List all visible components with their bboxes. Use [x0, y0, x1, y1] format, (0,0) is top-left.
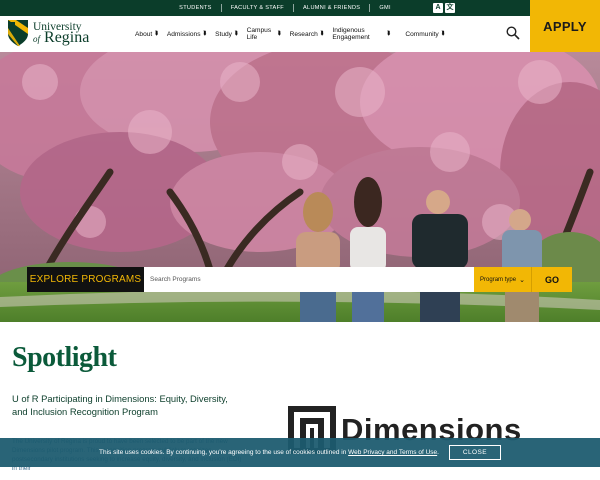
- utility-links: STUDENTS FACULTY & STAFF ALUMNI & FRIEND…: [170, 4, 400, 12]
- chevron-down-icon: ⮯: [440, 30, 445, 37]
- privacy-terms-link[interactable]: Web Privacy and Terms of Use: [348, 449, 437, 456]
- nav-item-indigenous-engagement[interactable]: Indigenous Engagement ⮯: [332, 27, 396, 41]
- cookie-banner: This site uses cookies. By continuing, y…: [0, 438, 600, 467]
- chevron-down-icon: ⮯: [276, 30, 281, 37]
- go-button[interactable]: GO: [532, 267, 572, 292]
- nav-item-study[interactable]: Study ⮯: [215, 31, 237, 38]
- nav-item-about[interactable]: About ⮯: [135, 31, 158, 38]
- search-icon[interactable]: [506, 26, 520, 40]
- nav-item-campus-life[interactable]: Campus Life ⮯: [247, 27, 281, 41]
- chevron-down-icon: ⮯: [233, 30, 238, 37]
- program-type-select[interactable]: Program type ⌄: [474, 267, 532, 292]
- translate-icon-latin: A: [433, 3, 443, 13]
- chevron-down-icon: ⮯: [154, 30, 158, 37]
- translate-icon-cjk: 文: [445, 3, 455, 13]
- chevron-down-icon: ⮯: [386, 30, 390, 37]
- chevron-down-icon: ⌄: [519, 276, 525, 284]
- site-header: University of Regina About ⮯ Admissions ⮯ …: [0, 16, 530, 52]
- nav-item-community[interactable]: Community ⮯: [405, 31, 444, 38]
- spotlight-headline-link[interactable]: U of R Participating in Dimensions: Equi…: [12, 392, 242, 418]
- hero-image: EXPLORE PROGRAMS Search Programs Program…: [0, 52, 600, 322]
- university-logo[interactable]: University of Regina: [7, 19, 89, 47]
- utility-link-alumni-friends[interactable]: ALUMNI & FRIENDS: [294, 4, 371, 12]
- cookie-message: This site uses cookies. By continuing, y…: [99, 449, 439, 456]
- explore-programs-button[interactable]: EXPLORE PROGRAMS: [27, 267, 144, 292]
- cookie-close-button[interactable]: CLOSE: [448, 445, 501, 460]
- main-nav: About ⮯ Admissions ⮯ Study ⮯ Campus Life ⮯ R…: [135, 16, 453, 52]
- utility-bar: STUDENTS FACULTY & STAFF ALUMNI & FRIEND…: [0, 0, 530, 16]
- logo-line-regina: of Regina: [33, 29, 90, 46]
- page: STUDENTS FACULTY & STAFF ALUMNI & FRIEND…: [0, 0, 600, 480]
- logo-wordmark: University of Regina: [33, 21, 90, 46]
- program-search-bar: EXPLORE PROGRAMS Search Programs Program…: [27, 267, 572, 292]
- utility-link-students[interactable]: STUDENTS: [170, 4, 222, 12]
- utility-link-gmi[interactable]: GMI: [370, 4, 399, 12]
- utility-link-faculty-staff[interactable]: FACULTY & STAFF: [222, 4, 295, 12]
- chevron-down-icon: ⮯: [319, 30, 324, 37]
- translate-toggle[interactable]: A 文: [433, 3, 455, 13]
- chevron-down-icon: ⮯: [202, 30, 207, 37]
- shield-icon: [8, 20, 28, 47]
- nav-item-admissions[interactable]: Admissions ⮯: [167, 31, 206, 38]
- spotlight-title: Spotlight: [12, 342, 117, 373]
- program-search-input[interactable]: Search Programs: [144, 267, 474, 292]
- nav-item-research[interactable]: Research ⮯: [290, 31, 324, 38]
- apply-button[interactable]: APPLY: [530, 0, 600, 52]
